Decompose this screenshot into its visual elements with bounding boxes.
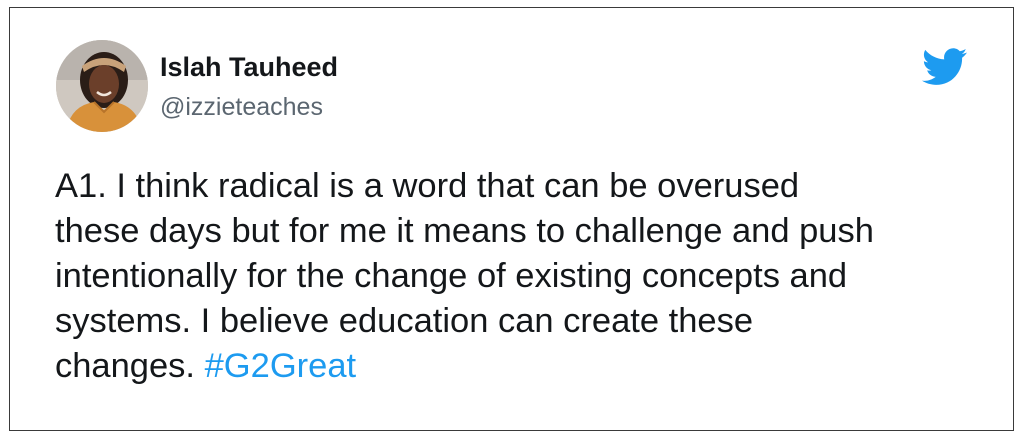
author-name[interactable]: Islah Tauheed [160,52,338,83]
tweet-text-line: these days but for me it means to challe… [55,212,874,250]
twitter-bird-icon[interactable] [922,48,968,86]
author-handle[interactable]: @izzieteaches [160,93,323,122]
hashtag-link[interactable]: #G2Great [205,347,357,385]
avatar[interactable] [56,40,148,132]
tweet-text-line: A1. I think radical is a word that can b… [55,167,800,205]
tweet-card: Islah Tauheed @izzieteaches A1. I think … [9,7,1014,431]
tweet-text-line: changes. [55,347,205,385]
profile-photo-icon [56,40,148,132]
tweet-text: A1. I think radical is a word that can b… [55,164,995,389]
tweet-text-line: systems. I believe education can create … [55,302,754,340]
tweet-text-line: intentionally for the change of existing… [55,257,848,295]
tweet-text-line-last: changes. #G2Great [55,344,995,389]
